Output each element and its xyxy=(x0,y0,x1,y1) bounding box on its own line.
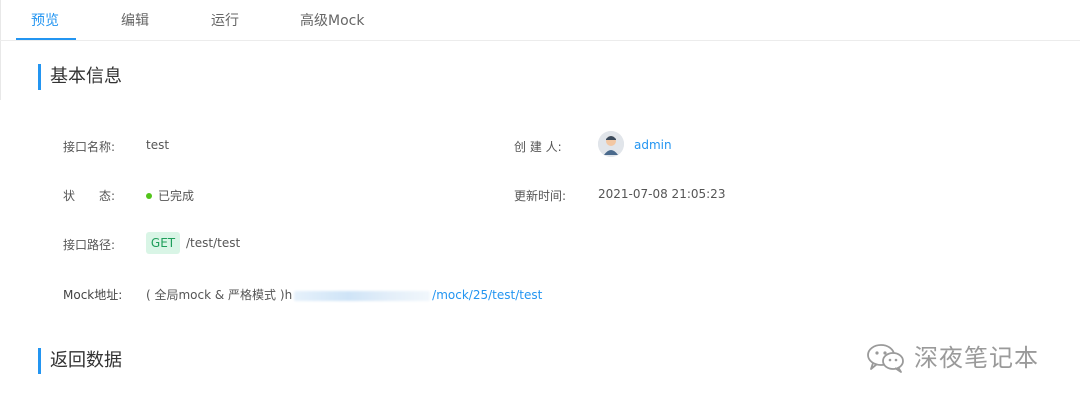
api-path-label: 接口路径: xyxy=(63,238,116,252)
api-name-label: 接口名称: xyxy=(63,140,116,154)
tab-edit[interactable]: 编辑 xyxy=(121,10,149,30)
watermark-text: 深夜笔记本 xyxy=(914,344,1039,372)
mock-mode-text: ( 全局mock & 严格模式 ) xyxy=(146,288,285,302)
active-tab-indicator xyxy=(16,38,76,40)
tab-run[interactable]: 运行 xyxy=(211,10,239,30)
status-dot-icon xyxy=(146,192,152,199)
tab-advanced-mock[interactable]: 高级Mock xyxy=(300,10,364,30)
mock-address: ( 全局mock & 严格模式 )h/mock/25/test/test xyxy=(146,286,542,303)
mock-url-prefix: h xyxy=(284,288,293,302)
updated-time-value: 2021-07-08 21:05:23 xyxy=(598,187,726,201)
redacted-host xyxy=(294,290,431,301)
tab-preview[interactable]: 预览 xyxy=(31,10,59,30)
api-path-value: /test/test xyxy=(186,236,241,250)
status-value: 已完成 xyxy=(146,187,194,204)
mock-url-link[interactable]: /mock/25/test/test xyxy=(432,288,542,302)
mock-address-label: Mock地址: xyxy=(63,288,123,302)
user-avatar-icon xyxy=(598,131,624,157)
creator-label: 创 建 人: xyxy=(514,140,562,154)
method-badge: GET xyxy=(146,232,180,254)
tab-bar: 预览 编辑 运行 高级Mock xyxy=(0,0,1080,41)
api-name-value: test xyxy=(146,138,170,152)
wechat-icon xyxy=(867,344,904,373)
status-label: 状 态: xyxy=(63,189,116,203)
avatar[interactable] xyxy=(598,131,624,157)
return-data-heading: 返回数据 xyxy=(38,348,122,374)
creator-link[interactable]: admin xyxy=(634,138,672,152)
status-text: 已完成 xyxy=(158,189,195,203)
basic-info-heading: 基本信息 xyxy=(38,64,122,90)
updated-time-label: 更新时间: xyxy=(514,189,567,203)
